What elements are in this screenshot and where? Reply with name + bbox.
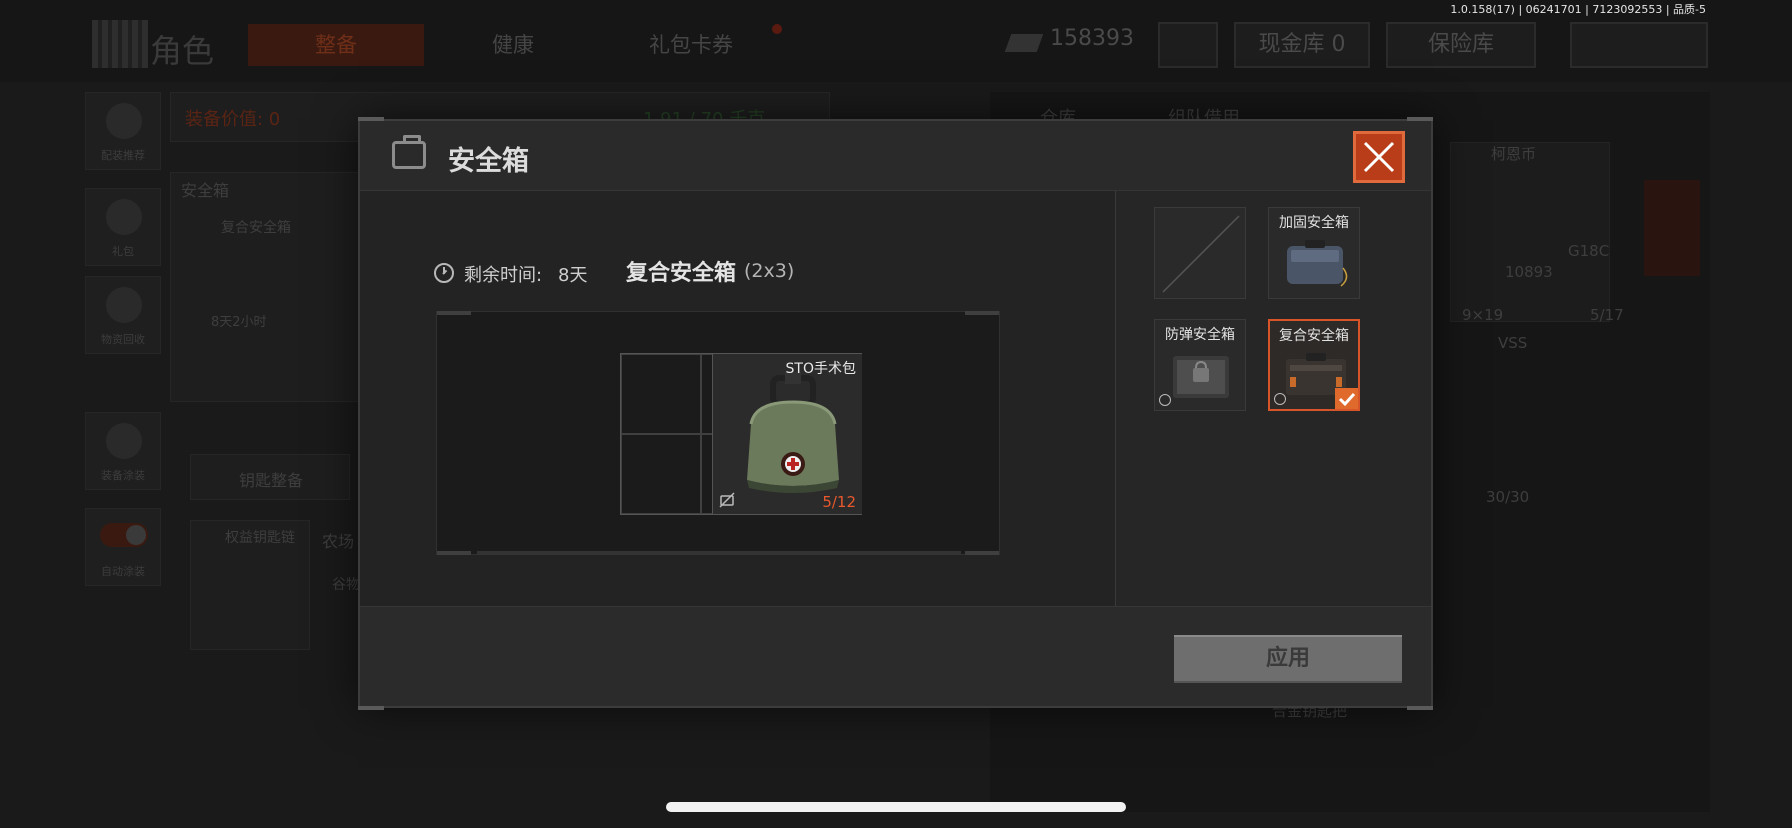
case-option-bulletproof[interactable]: 防弹安全箱 xyxy=(1154,319,1246,411)
case-option-label: 加固安全箱 xyxy=(1279,215,1349,231)
dialog-header: 安全箱 xyxy=(360,121,1431,191)
sidebar-item-loadout[interactable]: 配装推荐 xyxy=(85,92,161,170)
grid-cell[interactable] xyxy=(621,354,701,434)
weapon-vss: VSS xyxy=(1498,334,1528,352)
tab-equipment[interactable]: 整备 xyxy=(248,24,424,66)
equip-value: 装备价值: 0 xyxy=(185,109,281,130)
sidebar: 配装推荐 礼包 物资回收 装备涂装 自动涂装 xyxy=(85,92,161,592)
role-title: 角色 xyxy=(150,32,215,70)
empty-slot-icon xyxy=(1162,215,1240,293)
tab-gift-coupons[interactable]: 礼包卡券 xyxy=(616,24,766,66)
checkmark-icon xyxy=(1338,392,1356,407)
timer-icon xyxy=(1159,394,1171,406)
case-option-composite[interactable]: 复合安全箱 xyxy=(1268,319,1360,411)
case-option-label: 防弹安全箱 xyxy=(1165,327,1235,343)
apply-button[interactable]: 应用 xyxy=(1174,635,1402,683)
loadout-icon xyxy=(106,103,142,139)
case-option-label: 复合安全箱 xyxy=(1279,328,1349,344)
edge-decor xyxy=(437,311,471,315)
dialog-footer: 应用 xyxy=(360,606,1431,706)
version-info: 1.0.158(17) | 06241701 | 7123092553 | 品质… xyxy=(1450,3,1706,16)
safe-button[interactable]: 保险库 xyxy=(1386,22,1536,68)
edge-decor xyxy=(965,551,999,555)
safe-box-item-label: 复合安全箱 xyxy=(221,220,291,236)
no-insure-icon xyxy=(719,492,735,508)
item-durability: 5/12 xyxy=(822,493,856,511)
home-indicator[interactable] xyxy=(666,802,1126,812)
case-option-empty[interactable] xyxy=(1154,207,1246,299)
remaining-time-value: 8天 xyxy=(558,265,588,286)
grain-label: 谷物 xyxy=(332,577,360,593)
farm-label: 农场 xyxy=(322,532,355,551)
auto-skin-toggle[interactable] xyxy=(100,523,148,547)
back-arrow-icon[interactable] xyxy=(1570,22,1708,68)
sidebar-item-auto-skin[interactable]: 自动涂装 xyxy=(85,508,161,586)
key-item[interactable]: 权益钥匙链 xyxy=(190,520,310,650)
home-icon[interactable] xyxy=(1644,180,1700,276)
support-icon[interactable] xyxy=(1158,22,1218,68)
corner-decor xyxy=(358,706,384,710)
current-case-name: 复合安全箱 xyxy=(626,261,737,286)
gift-icon xyxy=(106,199,142,235)
helmet-icon xyxy=(106,423,142,459)
grid-cell[interactable] xyxy=(621,434,701,514)
close-icon xyxy=(1363,141,1395,173)
safe-box-grid: STO手术包 5/12 xyxy=(620,353,862,515)
coin-count: 10893 xyxy=(1505,263,1553,281)
clock-icon xyxy=(434,263,454,283)
character-icon xyxy=(92,20,148,68)
remaining-time-label: 剩余时间: xyxy=(464,265,543,286)
sidebar-item-gift[interactable]: 礼包 xyxy=(85,188,161,266)
key-section-label: 钥匙整备 xyxy=(239,471,304,490)
selected-check-icon xyxy=(1335,388,1358,409)
corner-decor xyxy=(1407,706,1433,710)
tab-health[interactable]: 健康 xyxy=(454,24,572,66)
reinforced-case-icon xyxy=(1287,240,1348,287)
recycle-icon xyxy=(106,287,142,323)
storage-slot-coin[interactable]: 柯恩币 10893 xyxy=(1450,142,1610,322)
bulletproof-case-icon xyxy=(1173,356,1229,398)
edge-decor xyxy=(477,551,961,555)
grid-item-surgery-kit[interactable]: STO手术包 5/12 xyxy=(712,354,862,514)
safe-box-contents: 剩余时间: 8天 复合安全箱 (2x3) STO手术包 5/12 xyxy=(360,191,1115,606)
vss-ammo-count: 30/30 xyxy=(1486,488,1530,506)
weapon-g18c: G18C xyxy=(1568,242,1610,260)
edge-decor xyxy=(965,311,999,315)
dialog-title: 安全箱 xyxy=(448,146,529,177)
surgery-kit-icon xyxy=(747,372,839,493)
ammo-count: 5/17 xyxy=(1590,306,1624,324)
case-option-reinforced[interactable]: 加固安全箱 xyxy=(1268,207,1360,299)
safe-box-timer: 8天2小时 xyxy=(211,315,267,330)
current-case-size: (2x3) xyxy=(744,260,795,282)
safe-box-section-label: 安全箱 xyxy=(181,181,230,200)
case-selector: 加固安全箱 防弹安全箱 复合安全箱 xyxy=(1116,191,1431,606)
ammo-caliber: 9×19 xyxy=(1462,306,1504,324)
close-button[interactable] xyxy=(1353,131,1405,183)
cash-icon xyxy=(1004,34,1044,52)
coin-label: 柯恩币 xyxy=(1491,145,1537,163)
edge-decor xyxy=(437,551,471,555)
sidebar-item-recycle[interactable]: 物资回收 xyxy=(85,276,161,354)
briefcase-icon xyxy=(392,135,426,169)
key-section[interactable]: 钥匙整备 xyxy=(190,454,350,500)
sidebar-item-skins[interactable]: 装备涂装 xyxy=(85,412,161,490)
cash-amount: 158393 xyxy=(1050,26,1134,51)
notification-dot xyxy=(772,24,782,34)
vault-button[interactable]: 现金库 0 xyxy=(1234,22,1370,68)
key-item-label: 权益钥匙链 xyxy=(225,530,295,546)
inventory-grid-area: STO手术包 5/12 xyxy=(436,311,1000,555)
safe-box-dialog: 安全箱 剩余时间: 8天 复合安全箱 (2x3) STO手术包 5/12 加固安… xyxy=(358,117,1433,710)
timer-icon xyxy=(1274,393,1286,405)
item-name: STO手术包 xyxy=(785,361,856,377)
